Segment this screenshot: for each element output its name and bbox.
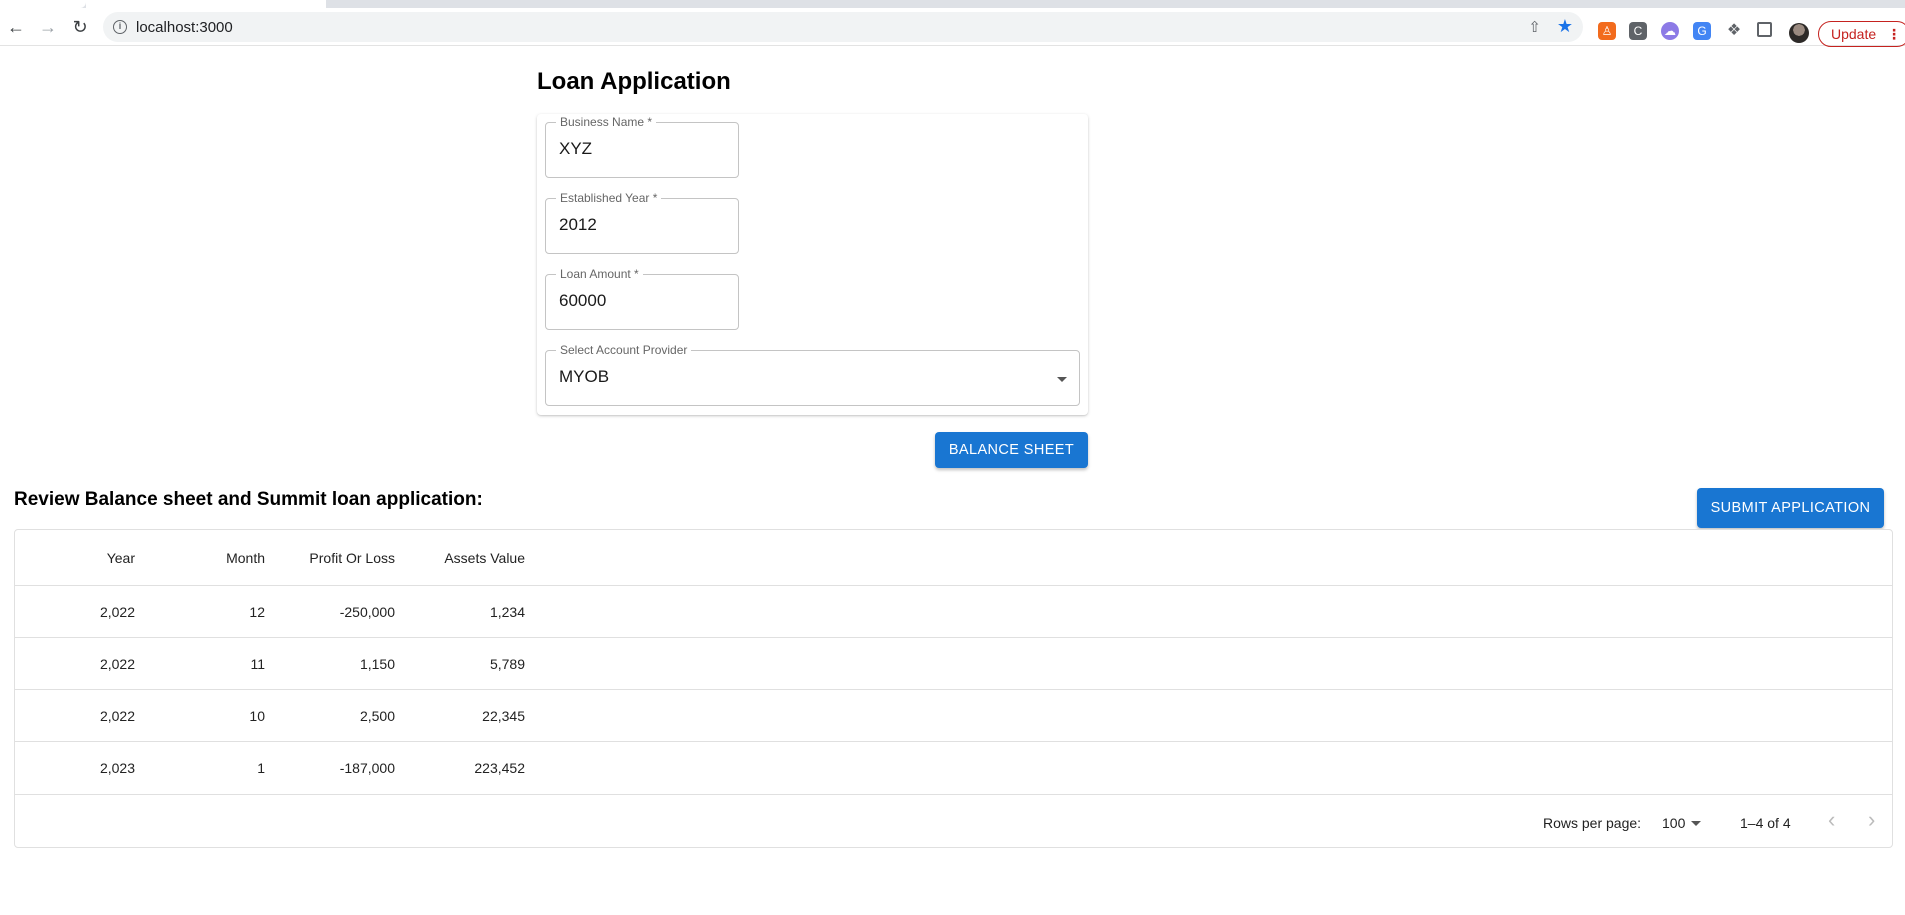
forward-arrow-icon[interactable]: → [36, 15, 60, 39]
extension-icon[interactable]: C [1629, 22, 1647, 40]
cell-month: 12 [249, 603, 265, 620]
loan-amount-value[interactable]: 60000 [559, 291, 606, 311]
share-icon[interactable]: ⇧ [1528, 18, 1541, 36]
page-title: Loan Application [537, 68, 731, 95]
side-panel-icon[interactable] [1757, 22, 1772, 37]
cell-month: 1 [257, 760, 265, 776]
review-section-title: Review Balance sheet and Summit loan app… [14, 489, 483, 510]
column-header-month[interactable]: Month [145, 530, 275, 585]
column-header-year[interactable]: Year [15, 530, 145, 585]
cell-profit-or-loss: -250,000 [339, 603, 395, 620]
next-page-icon[interactable]: › [1868, 809, 1875, 831]
loan-amount-field[interactable]: Loan Amount * 60000 [545, 267, 739, 330]
business-name-label: Business Name * [556, 115, 657, 129]
account-provider-select[interactable]: Select Account Provider MYOB [545, 343, 1080, 406]
cell-assets-value: 223,452 [474, 760, 525, 776]
business-name-field[interactable]: Business Name * XYZ [545, 115, 739, 178]
loan-amount-label: Loan Amount * [556, 267, 643, 281]
update-button[interactable]: Update ⋮ [1818, 21, 1905, 47]
cell-assets-value: 22,345 [482, 707, 525, 724]
browser-toolbar: ← → ↻ i localhost:3000 ⇧ ★ ♙ C ☁ G ❖ Upd… [0, 8, 1905, 47]
cell-year: 2,023 [99, 760, 135, 776]
cell-year: 2,022 [99, 603, 135, 620]
cell-profit-or-loss: -187,000 [339, 760, 395, 776]
column-header-profit-or-loss[interactable]: Profit Or Loss [275, 530, 405, 585]
table-pagination: Rows per page: 100 1–4 of 4 ‹ › [15, 795, 1892, 847]
update-label: Update [1831, 26, 1877, 42]
pagination-range: 1–4 of 4 [1740, 815, 1791, 831]
browser-tab[interactable] [86, 0, 326, 8]
cell-month: 11 [250, 655, 265, 672]
profile-avatar[interactable] [1789, 23, 1809, 43]
address-bar[interactable]: i localhost:3000 ⇧ ★ [103, 12, 1583, 42]
table-header-row: Year Month Profit Or Loss Assets Value [15, 530, 1892, 586]
rows-per-page-caret-icon[interactable] [1691, 821, 1701, 826]
previous-page-icon[interactable]: ‹ [1828, 809, 1835, 831]
table-row[interactable]: 2,022 11 1,150 5,789 [15, 638, 1892, 690]
established-year-label: Established Year * [556, 191, 662, 205]
table-row[interactable]: 2,022 12 -250,000 1,234 [15, 586, 1892, 638]
submit-application-button[interactable]: SUBMIT APPLICATION [1697, 488, 1884, 528]
rows-per-page-label: Rows per page: [1543, 815, 1642, 831]
cell-month: 10 [249, 707, 265, 724]
rows-per-page-select[interactable]: 100 [1662, 815, 1685, 831]
balance-sheet-grid: Year Month Profit Or Loss Assets Value 2… [14, 529, 1893, 848]
account-provider-value[interactable]: MYOB [559, 367, 609, 387]
cell-profit-or-loss: 2,500 [359, 707, 395, 724]
cell-year: 2,022 [99, 655, 135, 672]
column-header-assets-value[interactable]: Assets Value [405, 530, 535, 585]
extension-icon[interactable]: ♙ [1598, 22, 1616, 40]
bookmark-star-icon[interactable]: ★ [1557, 16, 1573, 37]
tab-strip [0, 0, 1905, 8]
back-arrow-icon[interactable]: ← [4, 15, 28, 39]
account-provider-label: Select Account Provider [556, 343, 692, 357]
loan-form-card: Business Name * XYZ Established Year * 2… [537, 114, 1088, 415]
reload-icon[interactable]: ↻ [68, 15, 92, 39]
table-row[interactable]: 2,022 10 2,500 22,345 [15, 690, 1892, 742]
puzzle-icon[interactable]: ❖ [1725, 22, 1743, 40]
established-year-value[interactable]: 2012 [559, 215, 597, 235]
cell-assets-value: 5,789 [489, 655, 525, 672]
url-text[interactable]: localhost:3000 [136, 19, 233, 36]
table-row[interactable]: 2,023 1 -187,000 223,452 [15, 742, 1892, 795]
established-year-field[interactable]: Established Year * 2012 [545, 191, 739, 254]
extension-icon[interactable]: ☁ [1661, 22, 1679, 40]
info-icon[interactable]: i [113, 20, 127, 34]
dropdown-caret-icon[interactable] [1057, 377, 1067, 382]
more-icon[interactable]: ⋮ [1887, 22, 1901, 46]
balance-sheet-button[interactable]: BALANCE SHEET [935, 432, 1088, 468]
translate-icon[interactable]: G [1693, 22, 1711, 40]
cell-year: 2,022 [99, 707, 135, 724]
cell-profit-or-loss: 1,150 [359, 655, 395, 672]
business-name-value[interactable]: XYZ [559, 139, 592, 159]
cell-assets-value: 1,234 [489, 603, 525, 620]
browser-tab[interactable] [0, 0, 86, 8]
